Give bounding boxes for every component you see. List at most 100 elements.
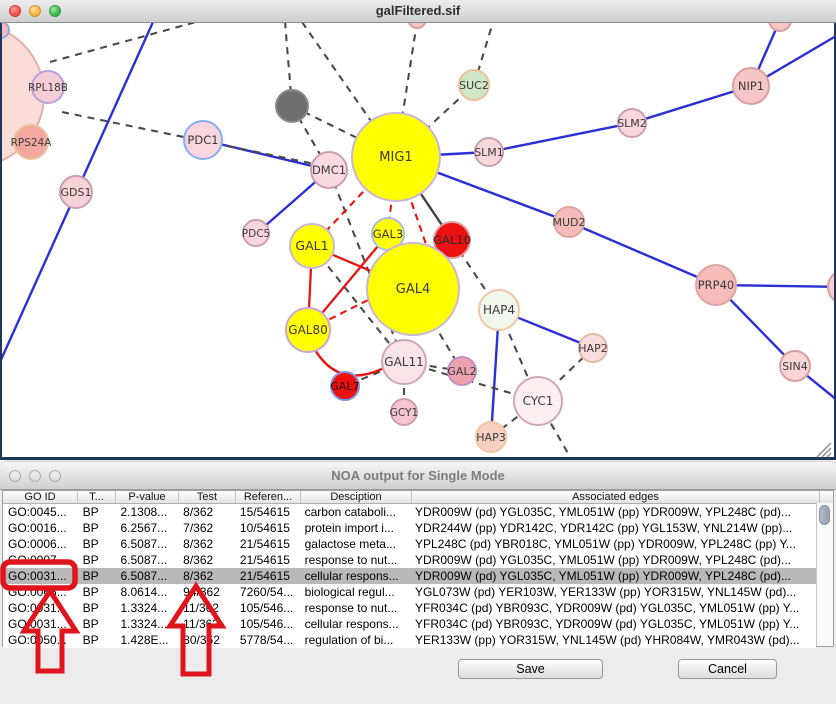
cell-associated-edges[interactable]: YDR009W (pd) YGL035C, YML051W (pp) YDR00… xyxy=(410,568,816,584)
zoom-button[interactable] xyxy=(49,5,61,17)
cell-referen[interactable]: 105/546... xyxy=(235,600,300,616)
cell-desciption[interactable]: biological regul... xyxy=(300,584,410,600)
cell-referen[interactable]: 5778/54... xyxy=(235,632,300,648)
node-corner-tl[interactable] xyxy=(0,22,9,38)
cell-go-id[interactable]: GO:0031... xyxy=(3,616,78,632)
table-row[interactable]: GO:0031...BP6.5087...8/36221/54615cellul… xyxy=(3,568,816,584)
cell-p-value[interactable]: 6.5087... xyxy=(115,536,178,552)
table-row[interactable]: GO:0007...BP6.5087...8/36221/54615respon… xyxy=(3,552,816,568)
cell-referen[interactable]: 15/54615 xyxy=(235,504,300,520)
cell-test[interactable]: 80/362 xyxy=(178,632,235,648)
cell-go-id[interactable]: GO:0016... xyxy=(3,520,78,536)
cell-associated-edges[interactable]: YGL073W (pd) YER103W, YER133W (pp) YOR31… xyxy=(410,584,816,600)
cell-t[interactable]: BP xyxy=(78,616,116,632)
noa-window-titlebar[interactable]: NOA output for Single Mode xyxy=(0,462,836,490)
cell-desciption[interactable]: galactose meta... xyxy=(300,536,410,552)
cell-test[interactable]: 8/362 xyxy=(178,568,235,584)
column-header-go-id[interactable]: GO ID xyxy=(3,491,78,503)
cell-associated-edges[interactable]: YFR034C (pd) YBR093C, YDR009W (pd) YGL03… xyxy=(410,616,816,632)
network-window-titlebar[interactable]: galFiltered.sif xyxy=(0,0,836,23)
cell-t[interactable]: BP xyxy=(78,600,116,616)
cell-t[interactable]: BP xyxy=(78,568,116,584)
cell-go-id[interactable]: GO:0031... xyxy=(3,568,78,584)
table-row[interactable]: GO:0031...BP1.3324...11/362105/546...res… xyxy=(3,600,816,616)
cell-referen[interactable]: 21/54615 xyxy=(235,552,300,568)
cell-associated-edges[interactable]: YDR009W (pd) YGL035C, YML051W (pp) YDR00… xyxy=(410,552,816,568)
cell-t[interactable]: BP xyxy=(78,520,116,536)
cell-test[interactable]: 94/362 xyxy=(178,584,235,600)
cell-associated-edges[interactable]: YDR009W (pd) YGL035C, YML051W (pp) YDR00… xyxy=(410,504,816,520)
cell-t[interactable]: BP xyxy=(78,536,116,552)
table-row[interactable]: GO:0031...BP1.3324...11/362105/546...cel… xyxy=(3,616,816,632)
network-canvas[interactable]: RPL18BRPS24AGDS1PDC1PDC5DMC1MIG1SUC2SLM1… xyxy=(0,0,836,460)
node-label-dmc1: DMC1 xyxy=(312,163,346,177)
edge-dash[interactable] xyxy=(50,22,196,62)
table-row[interactable]: GO:0006...BP6.5087...8/36221/54615galact… xyxy=(3,536,816,552)
node-gray-node[interactable] xyxy=(276,90,308,122)
cell-p-value[interactable]: 6.2567... xyxy=(115,520,178,536)
cell-test[interactable]: 8/362 xyxy=(178,552,235,568)
resize-grip-icon[interactable] xyxy=(815,442,833,458)
cell-desciption[interactable]: cellular respons... xyxy=(300,616,410,632)
cell-desciption[interactable]: protein import i... xyxy=(300,520,410,536)
cell-go-id[interactable]: GO:0065... xyxy=(3,584,78,600)
cell-go-id[interactable]: GO:0031... xyxy=(3,600,78,616)
close-button[interactable] xyxy=(9,5,21,17)
cell-p-value[interactable]: 1.3324... xyxy=(115,600,178,616)
column-header-p-value[interactable]: P-value xyxy=(116,491,179,503)
scrollbar-thumb[interactable] xyxy=(819,505,830,525)
cell-associated-edges[interactable]: YFR034C (pd) YBR093C, YDR009W (pd) YGL03… xyxy=(410,600,816,616)
column-header-referen[interactable]: Referen... xyxy=(236,491,301,503)
cell-p-value[interactable]: 1.428E... xyxy=(115,632,178,648)
cell-desciption[interactable]: cellular respons... xyxy=(300,568,410,584)
cell-test[interactable]: 7/362 xyxy=(178,520,235,536)
cell-go-id[interactable]: GO:0006... xyxy=(3,536,78,552)
cell-referen[interactable]: 105/546... xyxy=(235,616,300,632)
cell-t[interactable]: BP xyxy=(78,504,116,520)
cell-test[interactable]: 8/362 xyxy=(178,504,235,520)
save-button[interactable]: Save xyxy=(458,659,603,679)
cell-test[interactable]: 11/362 xyxy=(178,616,235,632)
cell-associated-edges[interactable]: YER133W (pp) YOR315W, YNL145W (pd) YHR08… xyxy=(410,632,816,648)
table-row[interactable]: GO:0016...BP6.2567...7/36210/54615protei… xyxy=(3,520,816,536)
node-label-rpl18b: RPL18B xyxy=(28,82,68,94)
column-header-desciption[interactable]: Desciption xyxy=(301,491,412,503)
table-row[interactable]: GO:0050...BP1.428E...80/3625778/54...reg… xyxy=(3,632,816,648)
cell-referen[interactable]: 21/54615 xyxy=(235,568,300,584)
cell-test[interactable]: 8/362 xyxy=(178,536,235,552)
vertical-scrollbar[interactable] xyxy=(816,503,833,646)
node-label-gal2: GAL2 xyxy=(447,365,476,378)
cell-go-id[interactable]: GO:0045... xyxy=(3,504,78,520)
cell-p-value[interactable]: 2.1308... xyxy=(115,504,178,520)
cell-p-value[interactable]: 8.0614... xyxy=(115,584,178,600)
edge-blue[interactable] xyxy=(569,222,716,285)
column-header-test[interactable]: Test xyxy=(179,491,236,503)
table-row[interactable]: GO:0045...BP2.1308...8/36215/54615carbon… xyxy=(3,504,816,520)
cell-referen[interactable]: 7260/54... xyxy=(235,584,300,600)
cell-t[interactable]: BP xyxy=(78,632,116,648)
cell-p-value[interactable]: 1.3324... xyxy=(115,616,178,632)
cell-desciption[interactable]: regulation of bi... xyxy=(300,632,410,648)
cell-go-id[interactable]: GO:0050... xyxy=(3,632,78,648)
column-header-associated-edges[interactable]: Associated edges xyxy=(412,491,820,503)
minimize-button[interactable] xyxy=(29,5,41,17)
cell-associated-edges[interactable]: YPL248C (pd) YBR018C, YML051W (pp) YDR00… xyxy=(410,536,816,552)
cell-desciption[interactable]: carbon cataboli... xyxy=(300,504,410,520)
edge-red[interactable] xyxy=(314,348,384,376)
column-header-t[interactable]: T... xyxy=(78,491,116,503)
cancel-button[interactable]: Cancel xyxy=(678,659,777,679)
cell-referen[interactable]: 10/54615 xyxy=(235,520,300,536)
cell-desciption[interactable]: response to nut... xyxy=(300,552,410,568)
cell-referen[interactable]: 21/54615 xyxy=(235,536,300,552)
cell-t[interactable]: BP xyxy=(78,552,116,568)
cell-go-id[interactable]: GO:0007... xyxy=(3,552,78,568)
cell-p-value[interactable]: 6.5087... xyxy=(115,568,178,584)
table-row[interactable]: GO:0065...BP8.0614...94/3627260/54...bio… xyxy=(3,584,816,600)
cell-desciption[interactable]: response to nut... xyxy=(300,600,410,616)
cell-t[interactable]: BP xyxy=(78,584,116,600)
edge-blue[interactable] xyxy=(489,123,632,152)
cell-test[interactable]: 11/362 xyxy=(178,600,235,616)
cell-associated-edges[interactable]: YDR244W (pp) YDR142C, YDR142C (pp) YGL15… xyxy=(410,520,816,536)
cell-p-value[interactable]: 6.5087... xyxy=(115,552,178,568)
node-label-cyc1: CYC1 xyxy=(523,394,554,408)
